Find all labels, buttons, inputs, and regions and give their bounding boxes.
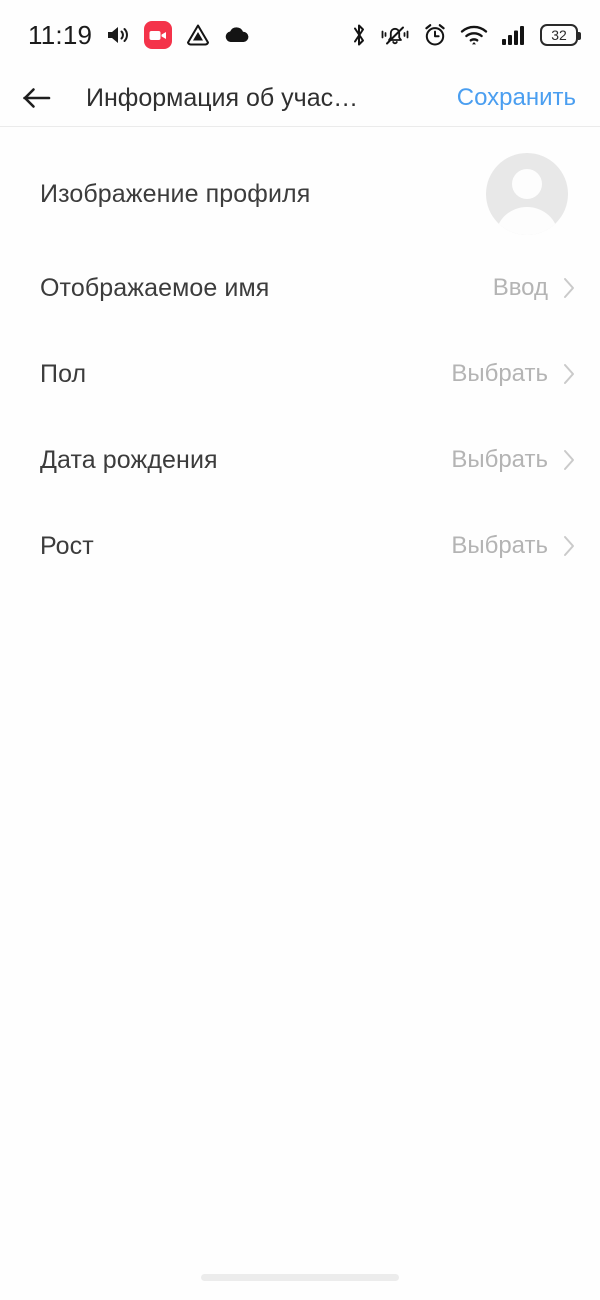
- row-control: Ввод: [493, 274, 576, 302]
- settings-list: Изображение профиля Отображаемое имя Вво…: [0, 127, 600, 922]
- wifi-icon: [460, 25, 488, 45]
- arrow-left-icon: [23, 88, 51, 108]
- cellular-signal-icon: [502, 26, 524, 45]
- bluetooth-icon: [354, 24, 364, 46]
- row-control: Выбрать: [451, 360, 576, 388]
- row-label: Изображение профиля: [40, 179, 311, 208]
- row-value: Ввод: [492, 274, 548, 301]
- chevron-right-icon: [564, 450, 574, 470]
- cloud-icon: [225, 27, 249, 42]
- chevron-right-icon: [564, 364, 574, 384]
- status-bar-clock: 11:19: [28, 19, 93, 50]
- avatar-body-shape: [496, 207, 558, 235]
- row-profile-picture[interactable]: Изображение профиля: [0, 143, 600, 245]
- row-value: Выбрать: [451, 446, 548, 473]
- avatar-head-shape: [512, 169, 542, 199]
- row-birth-date[interactable]: Дата рождения Выбрать: [0, 417, 600, 503]
- row-control: [486, 153, 576, 235]
- battery-level: 32: [551, 27, 567, 43]
- chevron-right-icon: [564, 536, 574, 556]
- save-button[interactable]: Сохранить: [457, 84, 576, 112]
- alarm-clock-icon: [425, 24, 445, 46]
- status-bar-right: 32: [351, 22, 581, 48]
- phone-screen: 11:19 32 Информация об учас… Сохранить И…: [0, 0, 600, 1300]
- chevron-right-icon: [564, 278, 574, 298]
- screen-recording-icon: [144, 21, 173, 49]
- navigation-bar: [0, 1254, 600, 1300]
- row-gender[interactable]: Пол Выбрать: [0, 331, 600, 417]
- home-indicator[interactable]: [201, 1273, 399, 1281]
- status-bar-left: 11:19: [28, 20, 250, 51]
- avatar[interactable]: [486, 153, 568, 235]
- row-label: Пол: [40, 359, 87, 388]
- row-control: Выбрать: [451, 532, 576, 560]
- status-bar: 11:19 32: [0, 0, 600, 70]
- row-label: Отображаемое имя: [40, 273, 270, 302]
- row-label: Рост: [40, 531, 94, 560]
- row-label: Дата рождения: [40, 445, 218, 474]
- row-control: Выбрать: [451, 446, 576, 474]
- row-height[interactable]: Рост Выбрать: [0, 503, 600, 589]
- battery-icon: 32: [540, 24, 581, 46]
- volume-icon: [108, 27, 129, 43]
- app-bar: Информация об учас… Сохранить: [0, 70, 600, 126]
- row-value: Выбрать: [451, 532, 548, 559]
- vibrate-mute-icon: [381, 26, 409, 45]
- back-button[interactable]: [14, 75, 60, 121]
- app-triangle-icon: [187, 24, 210, 46]
- row-value: Выбрать: [451, 360, 548, 387]
- row-display-name[interactable]: Отображаемое имя Ввод: [0, 245, 600, 331]
- page-title: Информация об учас…: [86, 83, 359, 112]
